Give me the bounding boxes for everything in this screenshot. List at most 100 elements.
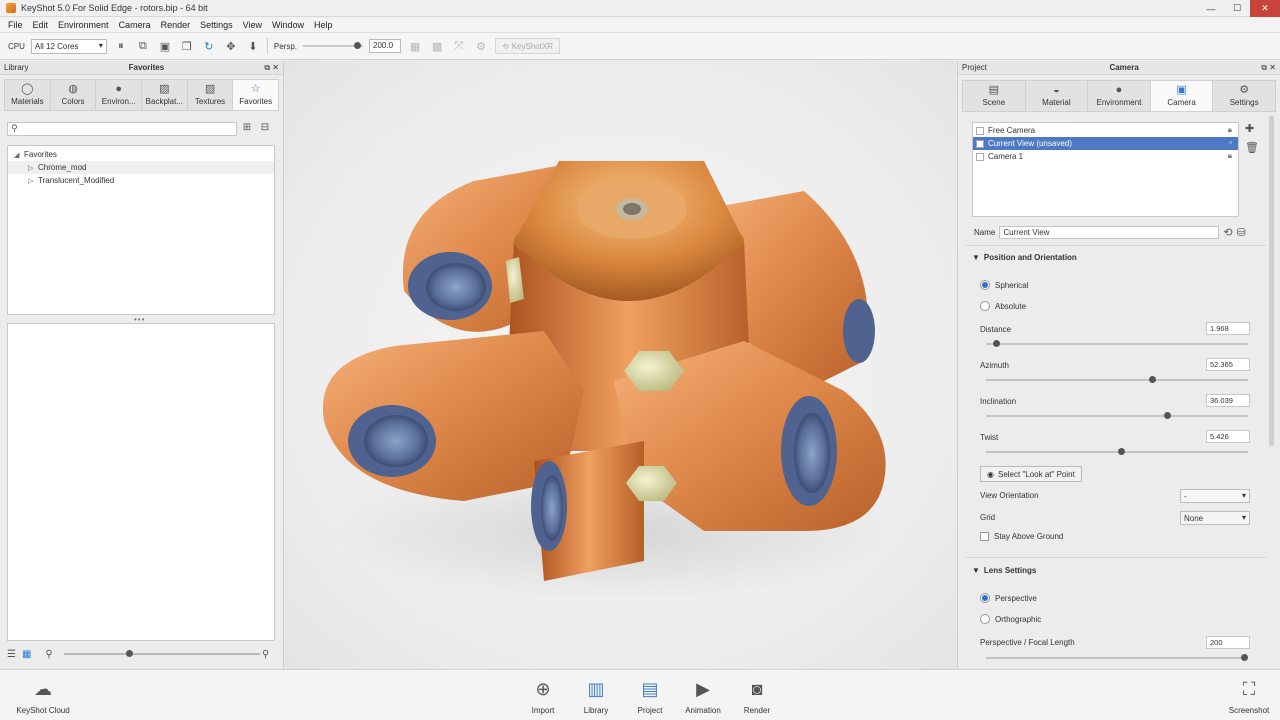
- library-button[interactable]: ▥ Library: [569, 675, 623, 716]
- absolute-radio[interactable]: Absolute: [980, 301, 1026, 311]
- collapse-icon[interactable]: ▼: [972, 253, 980, 262]
- distance-slider-knob[interactable]: [992, 340, 1000, 347]
- camera-name-input[interactable]: Current View: [999, 225, 1220, 239]
- keyshot-cloud-button[interactable]: ☁ KeyShot Cloud: [16, 675, 70, 716]
- grid-view-icon[interactable]: ▦: [22, 649, 31, 660]
- library-search-input[interactable]: ⚲: [7, 122, 237, 136]
- tree-item[interactable]: ▷ Chrome_mod: [8, 161, 274, 174]
- grid-select[interactable]: None: [1180, 511, 1250, 525]
- reset-icon[interactable]: ⟲: [1223, 226, 1232, 239]
- render-button[interactable]: ◙ Render: [730, 675, 784, 716]
- lock-icon[interactable]: 🔒︎: [1228, 151, 1232, 161]
- screenshot-button[interactable]: ⛶ Screenshot: [1222, 675, 1276, 716]
- performance-mode-icon[interactable]: ⧉: [135, 38, 151, 54]
- save-camera-icon[interactable]: ⛁: [1237, 226, 1246, 239]
- close-icon[interactable]: ✕: [1250, 0, 1280, 17]
- minimize-icon[interactable]: —: [1198, 0, 1224, 17]
- perspective-value[interactable]: 200.0: [369, 39, 402, 53]
- float-icon[interactable]: ⧉: [1261, 63, 1267, 72]
- menu-edit[interactable]: Edit: [28, 20, 54, 30]
- tab-favorites[interactable]: ☆ Favorites: [232, 79, 280, 111]
- distance-input[interactable]: 1.968: [1206, 322, 1250, 335]
- zoom-in-icon[interactable]: ⚲: [262, 649, 269, 660]
- radio-button[interactable]: [980, 614, 990, 624]
- tab-textures[interactable]: ▧ Textures: [186, 79, 233, 111]
- lock-icon[interactable]: ▫: [1229, 138, 1232, 147]
- tab-materials[interactable]: ◯ Materials: [4, 79, 50, 111]
- zoom-out-icon[interactable]: ⚲: [45, 649, 52, 660]
- perspective-slider[interactable]: [303, 39, 364, 53]
- focal-length-input[interactable]: 200: [1206, 636, 1250, 649]
- keyshotxr-button[interactable]: ⟲ KeyShotXR: [495, 38, 561, 54]
- menu-settings[interactable]: Settings: [195, 20, 238, 30]
- fit-view-icon[interactable]: ✥: [223, 38, 239, 54]
- menu-camera[interactable]: Camera: [114, 20, 156, 30]
- view-orientation-select[interactable]: -: [1180, 489, 1250, 503]
- clone-icon[interactable]: ❐: [179, 38, 195, 54]
- menu-render[interactable]: Render: [156, 20, 196, 30]
- settings-wheel-icon[interactable]: ⚙: [473, 38, 489, 54]
- menu-view[interactable]: View: [238, 20, 267, 30]
- menu-window[interactable]: Window: [267, 20, 309, 30]
- slider-knob[interactable]: [126, 650, 133, 657]
- import-button[interactable]: ⊕ Import: [516, 675, 570, 716]
- tab-scene[interactable]: ▤ Scene: [962, 80, 1025, 112]
- spherical-radio[interactable]: Spherical: [980, 280, 1028, 290]
- cpu-cores-select[interactable]: All 12 Cores: [30, 38, 107, 54]
- camera-list-item-selected[interactable]: Current View (unsaved) ▫: [973, 137, 1238, 150]
- tree-item[interactable]: ▷ Translucent_Modified: [8, 174, 274, 187]
- add-camera-icon[interactable]: ✚: [1245, 122, 1254, 135]
- thumbnail-size-slider[interactable]: [64, 653, 260, 655]
- tab-camera[interactable]: ▣ Camera: [1149, 80, 1213, 112]
- checkbox[interactable]: [980, 532, 989, 541]
- tab-settings[interactable]: ⚙ Settings: [1212, 80, 1276, 112]
- render-viewport[interactable]: [284, 61, 956, 669]
- tab-environments[interactable]: ● Environ...: [95, 79, 142, 111]
- region-render-icon[interactable]: ▣: [157, 38, 173, 54]
- table-icon[interactable]: ▦: [407, 38, 423, 54]
- radio-button[interactable]: [980, 301, 990, 311]
- animation-button[interactable]: ▶ Animation: [676, 675, 730, 716]
- radio-button[interactable]: [980, 593, 990, 603]
- drop-to-ground-icon[interactable]: ⬇: [245, 38, 261, 54]
- select-look-at-point-button[interactable]: ◉ Select "Look at" Point: [980, 466, 1082, 482]
- refresh-icon[interactable]: ↻: [201, 38, 217, 54]
- add-folder-icon[interactable]: ⊞: [240, 122, 254, 136]
- focal-length-slider[interactable]: [986, 657, 1248, 659]
- twist-input[interactable]: 5.426: [1206, 430, 1250, 443]
- azimuth-slider-knob[interactable]: [1148, 376, 1156, 383]
- focal-length-slider-knob[interactable]: [1241, 654, 1248, 661]
- tab-backplates[interactable]: ▨ Backplat...: [141, 79, 187, 111]
- collapse-icon[interactable]: ▼: [972, 566, 980, 575]
- inclination-slider-knob[interactable]: [1164, 412, 1172, 419]
- perspective-radio[interactable]: Perspective: [980, 593, 1037, 603]
- tree-root[interactable]: ◢ Favorites: [8, 148, 274, 161]
- inclination-input[interactable]: 36.039: [1206, 394, 1250, 407]
- tab-environment[interactable]: ● Environment: [1087, 80, 1150, 112]
- grid-icon[interactable]: ▩: [429, 38, 445, 54]
- lock-icon[interactable]: 🔒︎: [1228, 125, 1232, 135]
- maximize-icon[interactable]: ☐: [1224, 0, 1250, 17]
- panel-scrollbar[interactable]: [1269, 116, 1274, 446]
- list-view-icon[interactable]: ☰: [7, 649, 16, 660]
- tab-colors[interactable]: ◍ Colors: [49, 79, 96, 111]
- stay-above-ground-checkbox[interactable]: Stay Above Ground: [980, 532, 1063, 541]
- tab-material[interactable]: ◒ Material: [1024, 80, 1088, 112]
- expand-down-icon[interactable]: ◢: [14, 151, 24, 159]
- camera-list-item[interactable]: Camera 1 🔒︎: [973, 150, 1238, 163]
- menu-file[interactable]: File: [3, 20, 28, 30]
- menu-environment[interactable]: Environment: [53, 20, 114, 30]
- orthographic-radio[interactable]: Orthographic: [980, 614, 1041, 624]
- panel-close-icon[interactable]: ✕: [1269, 63, 1276, 72]
- azimuth-slider[interactable]: [986, 379, 1248, 381]
- radio-button[interactable]: [980, 280, 990, 290]
- inclination-slider[interactable]: [986, 415, 1248, 417]
- lens-settings-header[interactable]: ▼ Lens Settings: [972, 566, 1036, 575]
- panel-close-icon[interactable]: ✕: [272, 63, 279, 72]
- twist-slider-knob[interactable]: [1118, 448, 1126, 455]
- project-button[interactable]: ▤ Project: [623, 675, 677, 716]
- chevron-right-icon[interactable]: ▷: [28, 177, 38, 185]
- float-icon[interactable]: ⧉: [264, 63, 270, 72]
- position-orientation-header[interactable]: ▼ Position and Orientation: [972, 253, 1077, 262]
- delete-camera-icon[interactable]: 🗑︎: [1245, 141, 1259, 154]
